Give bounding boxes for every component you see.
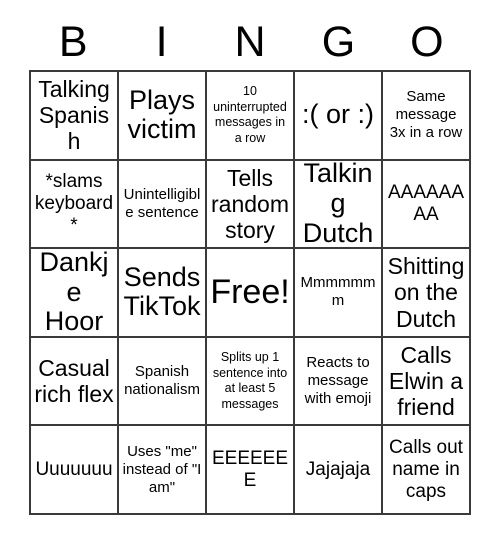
- bingo-header-letter-o: O: [410, 17, 444, 66]
- bingo-cell-label: Shitting on the Dutch: [387, 253, 465, 332]
- bingo-cell-label: Plays victim: [127, 84, 197, 145]
- bingo-cell-label: Casual rich flex: [34, 354, 114, 408]
- bingo-cell-label: Jajajaja: [305, 458, 371, 480]
- bingo-cell-r2c2[interactable]: Unintelligible sentence: [119, 160, 207, 250]
- bingo-cell-free-space[interactable]: Free!: [207, 249, 295, 338]
- bingo-cell-r5c3[interactable]: EEEEEEE: [207, 426, 295, 515]
- bingo-card: B I N G O Talking Spanish Plays victim 1…: [0, 0, 500, 544]
- bingo-cell-label: Tells random story: [211, 164, 289, 243]
- bingo-cell-r2c1[interactable]: *slams keyboard*: [31, 160, 119, 250]
- bingo-cell-r1c5[interactable]: Same message 3x in a row: [383, 72, 471, 161]
- bingo-cell-r3c5[interactable]: Shitting on the Dutch: [383, 249, 471, 338]
- bingo-cell-label: Free!: [210, 273, 290, 312]
- bingo-cell-r4c5[interactable]: Calls Elwin a friend: [383, 337, 471, 427]
- bingo-cell-r2c4[interactable]: Talking Dutch: [295, 160, 383, 250]
- bingo-header-letter-n: N: [234, 17, 266, 66]
- bingo-cell-label: Unintelligible sentence: [123, 185, 201, 221]
- bingo-cell-r5c2[interactable]: Uses "me" instead of "I am": [119, 426, 207, 515]
- bingo-cell-r4c2[interactable]: Spanish nationalism: [119, 337, 207, 427]
- bingo-cell-r4c3[interactable]: Splits up 1 sentence into at least 5 mes…: [207, 337, 295, 427]
- bingo-cell-r5c1[interactable]: Uuuuuuu: [31, 426, 119, 515]
- bingo-header-letter-i: I: [155, 17, 168, 66]
- bingo-cell-label: *slams keyboard*: [34, 170, 114, 236]
- bingo-cell-r1c2[interactable]: Plays victim: [119, 72, 207, 161]
- bingo-cell-r5c4[interactable]: Jajajaja: [295, 426, 383, 515]
- bingo-cell-r4c4[interactable]: Reacts to message with emoji: [295, 337, 383, 427]
- bingo-cell-label: AAAAAAAA: [387, 181, 465, 225]
- bingo-cell-label: Uuuuuuu: [35, 458, 113, 480]
- bingo-cell-label: Talking Spanish: [38, 75, 110, 155]
- bingo-cell-label: Calls Elwin a friend: [388, 341, 464, 421]
- bingo-cell-label: Spanish nationalism: [124, 363, 200, 399]
- bingo-cell-label: Calls out name in caps: [389, 436, 463, 502]
- bingo-cell-label: Uses "me" instead of "I am": [122, 442, 202, 496]
- bingo-cell-r3c1[interactable]: Dankje Hoor: [31, 249, 119, 338]
- bingo-cell-r3c2[interactable]: Sends TikTok: [119, 249, 207, 338]
- bingo-cell-r1c4[interactable]: :( or :): [295, 72, 383, 161]
- bingo-cell-r5c5[interactable]: Calls out name in caps: [383, 426, 471, 515]
- bingo-header-row: B I N G O: [29, 14, 471, 70]
- bingo-cell-label: Mmmmmmm: [300, 274, 376, 310]
- bingo-cell-r2c5[interactable]: AAAAAAAA: [383, 160, 471, 250]
- bingo-cell-r1c1[interactable]: Talking Spanish: [31, 72, 119, 161]
- bingo-cell-r1c3[interactable]: 10 uninterrupted messages in a row: [207, 72, 295, 161]
- bingo-cell-r4c1[interactable]: Casual rich flex: [31, 337, 119, 427]
- bingo-cell-label: :( or :): [302, 99, 374, 130]
- bingo-cell-r2c3[interactable]: Tells random story: [207, 160, 295, 250]
- bingo-cell-r3c4[interactable]: Mmmmmmm: [295, 249, 383, 338]
- bingo-cell-label: Same message 3x in a row: [389, 88, 463, 142]
- bingo-header-letter-g: G: [321, 17, 356, 66]
- bingo-grid: Talking Spanish Plays victim 10 uninterr…: [29, 70, 471, 515]
- bingo-cell-label: Dankje Hoor: [39, 249, 109, 337]
- bingo-cell-label: Talking Dutch: [302, 160, 374, 248]
- bingo-header-letter-b: B: [58, 17, 88, 66]
- bingo-cell-label: Reacts to message with emoji: [304, 354, 372, 408]
- bingo-cell-label: Splits up 1 sentence into at least 5 mes…: [212, 350, 288, 411]
- bingo-cell-label: 10 uninterrupted messages in a row: [213, 84, 287, 145]
- bingo-cell-label: Sends TikTok: [123, 261, 201, 322]
- bingo-cell-label: EEEEEEE: [211, 447, 289, 491]
